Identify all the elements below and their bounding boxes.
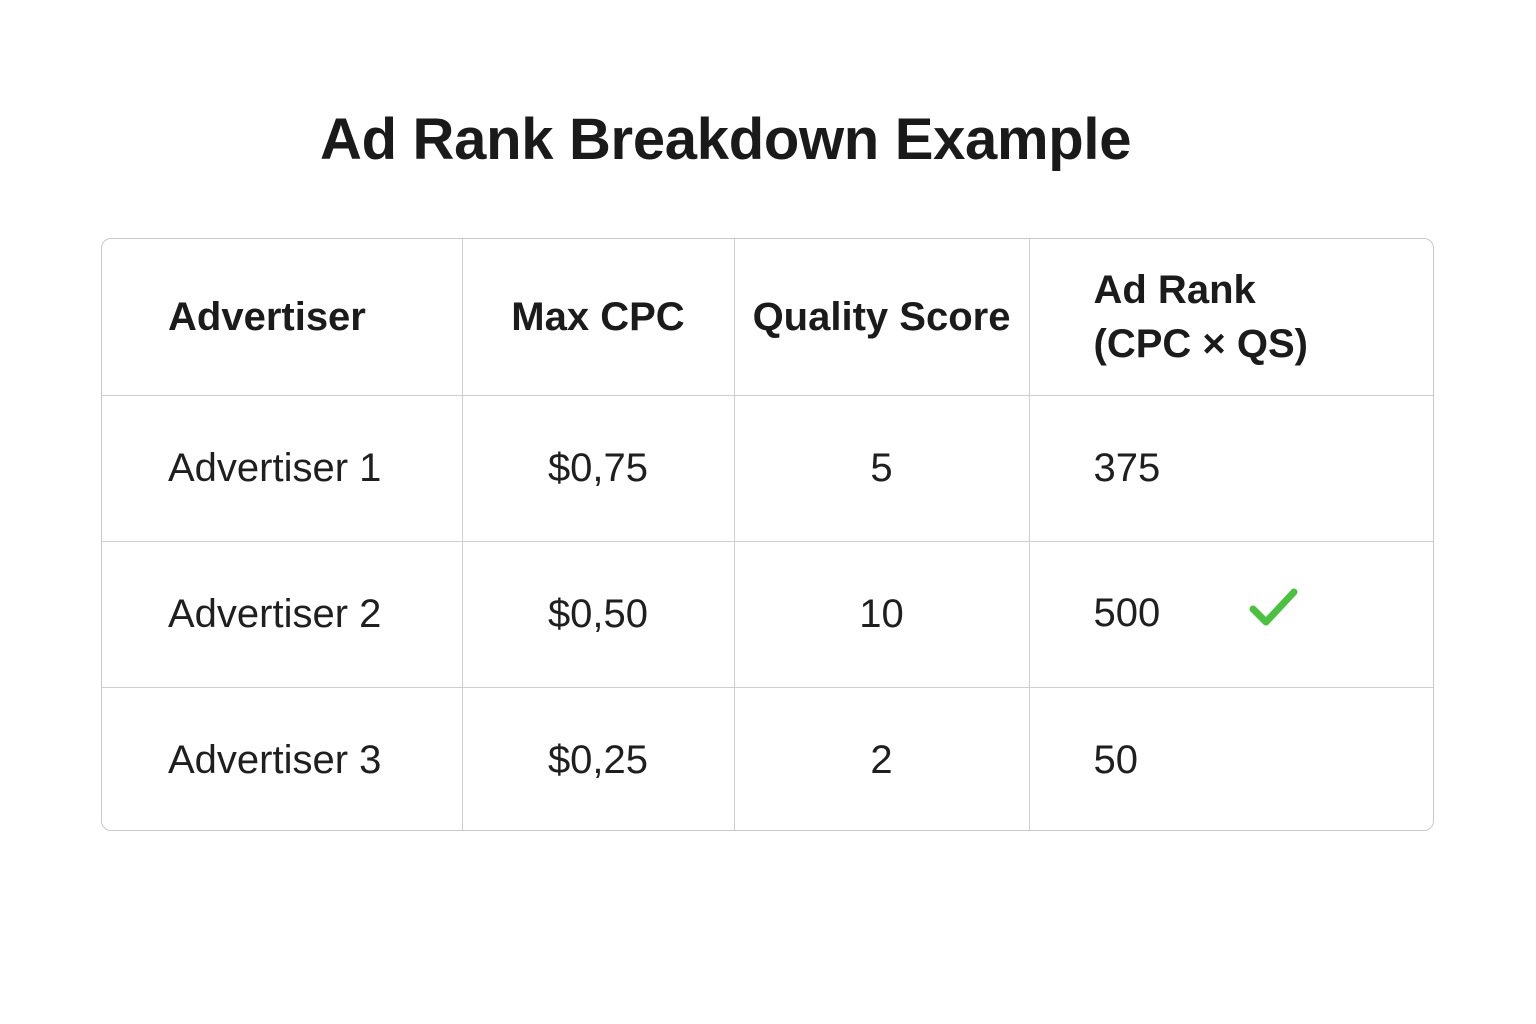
cell-ad-rank: 500 bbox=[1029, 541, 1433, 688]
table: Advertiser Max CPC Quality Score Ad Rank… bbox=[102, 239, 1433, 831]
header-ad-rank-label: Ad Rank bbox=[1093, 268, 1256, 312]
ad-rank-table: Advertiser Max CPC Quality Score Ad Rank… bbox=[101, 238, 1434, 831]
cell-max-cpc: $0,75 bbox=[462, 395, 735, 542]
cell-ad-rank: 50 bbox=[1029, 688, 1433, 831]
cell-max-cpc: $0,25 bbox=[462, 687, 735, 830]
header-ad-rank-formula: (CPC × QS) bbox=[1093, 322, 1308, 366]
cell-quality-score: 2 bbox=[734, 687, 1030, 830]
header-max-cpc: Max CPC bbox=[462, 239, 735, 396]
page-title: Ad Rank Breakdown Example bbox=[320, 107, 1132, 172]
ad-rank-value: 50 bbox=[1093, 738, 1139, 782]
table-header-row: Advertiser Max CPC Quality Score Ad Rank… bbox=[102, 239, 1433, 396]
ad-rank-value: 500 bbox=[1093, 590, 1161, 635]
table-row: Advertiser 1 $0,75 5 375 bbox=[102, 395, 1433, 542]
check-icon bbox=[1249, 588, 1299, 638]
table-row: Advertiser 3 $0,25 2 50 bbox=[102, 687, 1433, 831]
cell-advertiser: Advertiser 1 bbox=[102, 395, 463, 542]
ad-rank-value: 375 bbox=[1093, 446, 1161, 490]
cell-quality-score: 10 bbox=[734, 541, 1030, 688]
cell-quality-score: 5 bbox=[734, 395, 1030, 542]
table-row: Advertiser 2 $0,50 10 500 bbox=[102, 541, 1433, 688]
cell-advertiser: Advertiser 3 bbox=[102, 687, 463, 830]
cell-ad-rank: 375 bbox=[1029, 395, 1433, 542]
cell-max-cpc: $0,50 bbox=[462, 541, 735, 688]
header-quality-score: Quality Score bbox=[734, 239, 1030, 396]
cell-advertiser: Advertiser 2 bbox=[102, 541, 463, 688]
header-ad-rank: Ad Rank (CPC × QS) bbox=[1029, 239, 1433, 396]
header-advertiser: Advertiser bbox=[102, 239, 463, 396]
